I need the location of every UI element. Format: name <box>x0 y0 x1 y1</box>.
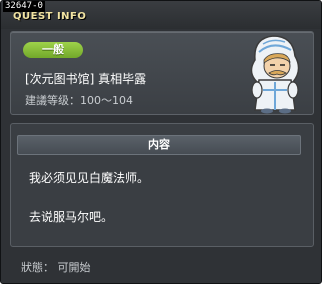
window-title: QUEST INFO <box>13 11 87 22</box>
category-badge: 一般 <box>23 42 83 58</box>
title-bar[interactable]: 32647-0 QUEST INFO <box>1 1 321 29</box>
quest-content-panel: 内容 我必须见见白魔法师。 去说服马尔吧。 <box>10 123 314 247</box>
content-header: 内容 <box>17 135 301 155</box>
quest-status: 狀態： 可開始 <box>21 259 91 275</box>
required-level: 建議等级：100～104 <box>25 92 133 108</box>
quest-name: [次元图书馆] 真相毕露 <box>25 72 147 86</box>
status-value: 可開始 <box>57 261 91 274</box>
required-level-label: 建議等级： <box>25 94 80 107</box>
content-line: 去说服马尔吧。 <box>29 210 114 224</box>
quest-header-panel: 一般 [次元图书馆] 真相毕露 建議等级：100～104 <box>10 31 314 115</box>
npc-portrait-icon <box>250 35 300 114</box>
quest-info-window: 32647-0 QUEST INFO 一般 [次元图书馆] 真相毕露 建議等级：… <box>0 0 322 284</box>
required-level-value: 100～104 <box>80 94 133 107</box>
content-line: 我必须见见白魔法师。 <box>29 171 150 185</box>
status-label: 狀態： <box>21 261 54 274</box>
